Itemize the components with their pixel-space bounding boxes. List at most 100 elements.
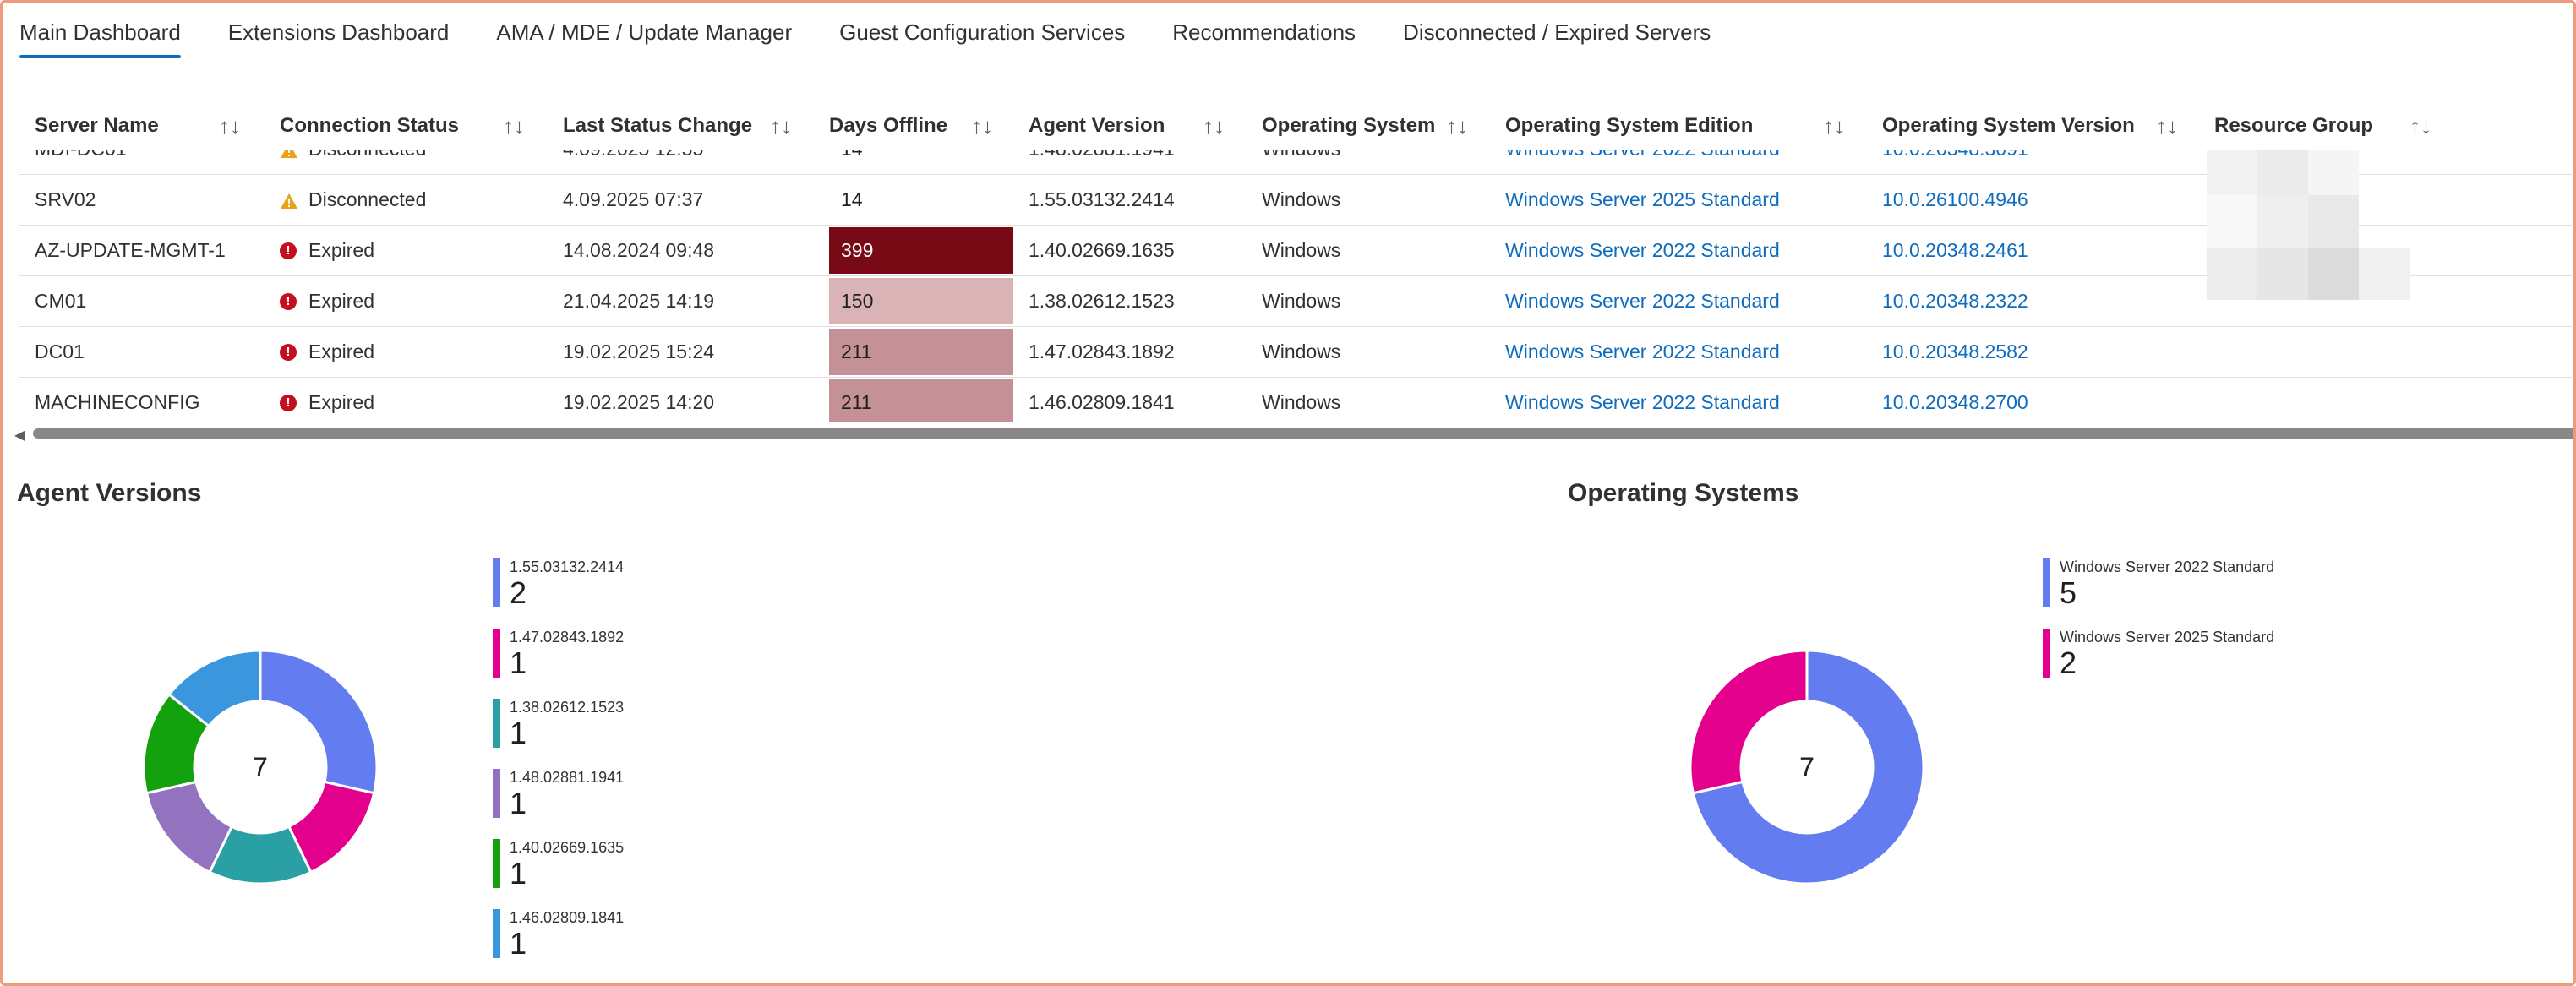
operating-systems-donut: 7 <box>1689 649 1925 885</box>
column-header-days-offline[interactable]: Days Offline <box>829 102 947 150</box>
connection-status-cell: Disconnected <box>308 188 427 210</box>
grid-body[interactable]: MDI-DC01 Disconnected 4.09.2025 12:55 14 1.4… <box>19 150 2572 422</box>
column-header-operating-system-version[interactable]: Operating System Version <box>1882 102 2135 150</box>
days-offline-cell: 211 <box>829 329 1013 375</box>
grid-header: Server Name ↑↓ Connection Status ↑↓ Last Sta… <box>19 102 2572 150</box>
os-version-link[interactable]: 10.0.26100.4946 <box>1882 175 2028 225</box>
legend-swatch <box>493 629 500 678</box>
column-header-last-status-change[interactable]: Last Status Change <box>563 102 752 150</box>
table-row[interactable]: MDI-DC01 Disconnected 4.09.2025 12:55 14 1.4… <box>19 150 2572 175</box>
error-icon: ! <box>280 395 297 411</box>
agent-version-cell: 1.40.02669.1635 <box>1029 239 1175 261</box>
table-row[interactable]: MACHINECONFIG! Expired 19.02.2025 14:20 211… <box>19 378 2572 422</box>
operating-system-cell: Windows <box>1262 391 1341 413</box>
tab-bar: Main Dashboard Extensions Dashboard AMA … <box>19 14 1711 62</box>
os-version-link[interactable]: 10.0.20348.2582 <box>1882 327 2028 377</box>
agent-versions-donut: 7 <box>142 649 379 885</box>
last-status-change-cell: 19.02.2025 14:20 <box>563 391 715 413</box>
os-edition-link[interactable]: Windows Server 2022 Standard <box>1505 276 1780 326</box>
legend-swatch <box>493 839 500 888</box>
error-icon: ! <box>280 293 297 310</box>
column-header-operating-system-edition[interactable]: Operating System Edition <box>1505 102 1753 150</box>
tab-extensions-dashboard[interactable]: Extensions Dashboard <box>228 14 450 62</box>
connection-status-cell: Expired <box>308 391 374 413</box>
os-version-link[interactable]: 10.0.20348.2461 <box>1882 226 2028 275</box>
tab-recommendations[interactable]: Recommendations <box>1172 14 1356 62</box>
os-edition-link[interactable]: Windows Server 2022 Standard <box>1505 226 1780 275</box>
os-version-link[interactable]: 10.0.20348.3091 <box>1882 150 2028 174</box>
legend-swatch <box>2043 629 2050 678</box>
operating-system-cell: Windows <box>1262 340 1341 362</box>
os-version-link[interactable]: 10.0.20348.2700 <box>1882 378 2028 422</box>
legend-count: 1 <box>510 716 527 750</box>
sort-arrows-icon[interactable]: ↑↓ <box>770 102 792 150</box>
column-header-operating-system[interactable]: Operating System <box>1262 102 1435 150</box>
legend-count: 5 <box>2060 575 2077 610</box>
days-offline-cell: 211 <box>829 379 1013 422</box>
legend-label: 1.40.02669.1635 <box>510 839 625 856</box>
last-status-change-cell: 4.09.2025 07:37 <box>563 188 704 210</box>
scroll-left-icon[interactable]: ◀ <box>14 427 25 444</box>
warning-icon <box>280 192 297 209</box>
table-row[interactable]: SRV02 Disconnected 4.09.2025 07:37 14 1.55.0… <box>19 175 2572 226</box>
server-name-cell: MACHINECONFIG <box>35 391 200 413</box>
table-row[interactable]: AZ-UPDATE-MGMT-1! Expired 14.08.2024 09:48… <box>19 226 2572 276</box>
connection-status-cell: Expired <box>308 340 374 362</box>
sort-arrows-icon[interactable]: ↑↓ <box>1203 102 1225 150</box>
os-edition-link[interactable]: Windows Server 2022 Standard <box>1505 378 1780 422</box>
operating-system-cell: Windows <box>1262 290 1341 312</box>
error-icon: ! <box>280 344 297 361</box>
legend-swatch <box>493 909 500 958</box>
table-row[interactable]: DC01! Expired 19.02.2025 15:24 211 1.47.0284… <box>19 327 2572 378</box>
sort-arrows-icon[interactable]: ↑↓ <box>2410 102 2431 150</box>
column-header-server-name[interactable]: Server Name <box>35 102 159 150</box>
days-offline-cell: 14 <box>829 177 1013 223</box>
table-row[interactable]: CM01! Expired 21.04.2025 14:19 150 1.38.0261… <box>19 276 2572 327</box>
legend-label: Windows Server 2022 Standard <box>2060 558 2275 575</box>
sort-arrows-icon[interactable]: ↑↓ <box>2156 102 2178 150</box>
os-edition-link[interactable]: Windows Server 2022 Standard <box>1505 327 1780 377</box>
horizontal-scrollbar[interactable] <box>33 428 2573 439</box>
os-version-link[interactable]: 10.0.20348.2322 <box>1882 276 2028 326</box>
donut-slice-1-55-03132-2414[interactable] <box>259 649 379 795</box>
dashboard-window: Main Dashboard Extensions Dashboard AMA … <box>0 0 2576 986</box>
legend-label: 1.46.02809.1841 <box>510 909 625 926</box>
column-header-agent-version[interactable]: Agent Version <box>1029 102 1165 150</box>
tab-ama-mde-update-manager[interactable]: AMA / MDE / Update Manager <box>496 14 792 62</box>
resource-group-redacted <box>2207 143 2410 312</box>
error-icon: ! <box>280 242 297 259</box>
tab-disconnected-expired-servers[interactable]: Disconnected / Expired Servers <box>1403 14 1711 62</box>
tab-guest-configuration-services[interactable]: Guest Configuration Services <box>839 14 1125 62</box>
last-status-change-cell: 21.04.2025 14:19 <box>563 290 715 312</box>
days-offline-cell: 150 <box>829 278 1013 324</box>
connection-status-cell: Expired <box>308 290 374 312</box>
servers-grid: Server Name ↑↓ Connection Status ↑↓ Last Sta… <box>19 102 2573 423</box>
legend-count: 2 <box>2060 646 2077 680</box>
sort-arrows-icon[interactable]: ↑↓ <box>1823 102 1845 150</box>
operating-systems-title: Operating Systems <box>1568 479 1799 507</box>
legend-label: 1.47.02843.1892 <box>510 629 625 646</box>
legend-label: 1.55.03132.2414 <box>510 558 625 575</box>
server-name-cell: DC01 <box>35 340 85 362</box>
column-header-resource-group[interactable]: Resource Group <box>2214 102 2373 150</box>
sort-arrows-icon[interactable]: ↑↓ <box>1446 102 1468 150</box>
days-offline-cell: 399 <box>829 227 1013 274</box>
last-status-change-cell: 19.02.2025 15:24 <box>563 340 715 362</box>
donut-slice-windows-server-2025-standard[interactable] <box>1689 649 1809 795</box>
legend-count: 1 <box>510 856 527 891</box>
sort-arrows-icon[interactable]: ↑↓ <box>219 102 241 150</box>
server-name-cell: SRV02 <box>35 188 96 210</box>
last-status-change-cell: 4.09.2025 12:55 <box>563 150 703 174</box>
sort-arrows-icon[interactable]: ↑↓ <box>971 102 993 150</box>
server-name-cell: MDI-DC01 <box>35 150 127 174</box>
legend-count: 2 <box>510 575 527 610</box>
tab-main-dashboard[interactable]: Main Dashboard <box>19 14 181 62</box>
operating-system-cell: Windows <box>1262 188 1341 210</box>
os-edition-link[interactable]: Windows Server 2025 Standard <box>1505 175 1780 225</box>
column-header-connection-status[interactable]: Connection Status <box>280 102 459 150</box>
agent-version-cell: 1.46.02809.1841 <box>1029 391 1175 413</box>
sort-arrows-icon[interactable]: ↑↓ <box>503 102 525 150</box>
legend-label: 1.48.02881.1941 <box>510 769 625 786</box>
os-edition-link[interactable]: Windows Server 2022 Standard <box>1505 150 1780 174</box>
legend-swatch <box>493 558 500 607</box>
